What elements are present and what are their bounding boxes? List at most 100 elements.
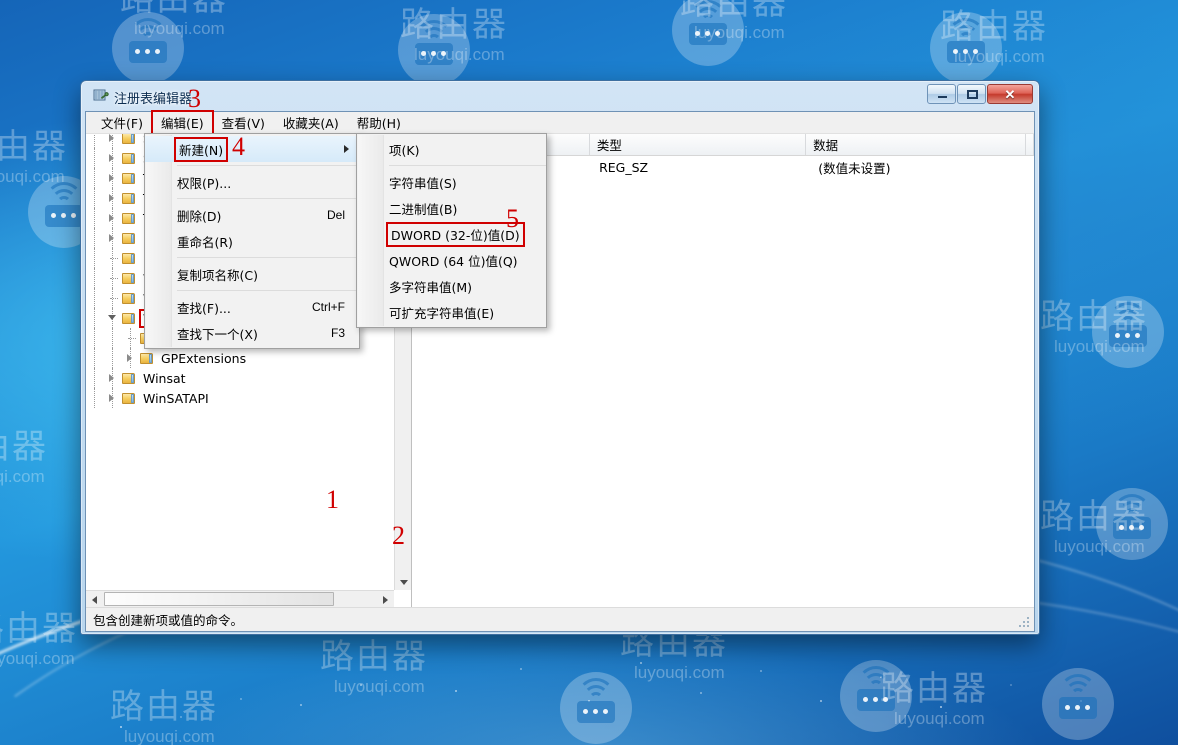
watermark-text: 路由器luyouqi.com — [940, 10, 1048, 67]
tree-vscroll-down-button[interactable] — [395, 573, 411, 590]
menu-separator — [389, 165, 546, 166]
menubar-item-4[interactable]: 帮助(H) — [348, 111, 410, 134]
tree-guide-line — [94, 134, 95, 148]
tree-horizontal-scrollbar[interactable] — [86, 590, 394, 607]
menu-item-label: 删除(D) — [177, 206, 221, 225]
menu-item-9[interactable]: 查找(F)... Ctrl+F — [145, 294, 359, 320]
menu-separator — [177, 165, 359, 166]
watermark-en: luyouqi.com — [694, 23, 788, 43]
menu-item-7[interactable]: 可扩充字符串值(E) — [357, 299, 546, 325]
menu-item-2[interactable]: 权限(P)... — [145, 169, 359, 195]
tree-expander-cell[interactable] — [106, 368, 121, 388]
menubar-item-2[interactable]: 查看(V) — [213, 111, 274, 134]
menu-item-accelerator: F3 — [331, 326, 345, 340]
menu-item-label: 可扩充字符串值(E) — [389, 303, 494, 322]
tree-guide-line — [94, 248, 95, 268]
chevron-right-icon[interactable] — [109, 214, 114, 222]
grip-dot — [1027, 621, 1029, 623]
maximize-button[interactable] — [957, 84, 986, 104]
minimize-button[interactable] — [927, 84, 956, 104]
tree-guide-dash — [128, 338, 136, 339]
watermark-router-icon — [1092, 296, 1164, 368]
window-controls: ✕ — [927, 84, 1033, 104]
tree-guide-line — [94, 288, 95, 308]
menu-item-label: 重命名(R) — [177, 232, 233, 251]
column-header-label: 类型 — [597, 135, 622, 154]
tree-expander-cell[interactable] — [106, 168, 121, 188]
chevron-right-icon[interactable] — [109, 394, 114, 402]
sparkle-dot — [360, 684, 362, 686]
menu-item-7[interactable]: 复制项名称(C) — [145, 261, 359, 287]
tree-expander-cell[interactable] — [106, 228, 121, 248]
chevron-right-icon[interactable] — [109, 134, 114, 142]
sparkle-dot — [940, 706, 942, 708]
column-header-1[interactable]: 类型 — [590, 134, 806, 155]
chevron-right-icon[interactable] — [109, 194, 114, 202]
menubar-item-3[interactable]: 收藏夹(A) — [274, 111, 348, 134]
column-header-2[interactable]: 数据 — [806, 134, 1026, 155]
tree-item[interactable]: Winsat — [86, 368, 394, 388]
menu-item-5[interactable]: QWORD (64 位)值(Q) — [357, 247, 546, 273]
sparkle-dot — [880, 676, 882, 678]
window-titlebar[interactable]: 注册表编辑器 ✕ — [85, 83, 1035, 111]
registry-key-folder-icon — [121, 134, 137, 145]
menubar-item-1[interactable]: 编辑(E) — [152, 111, 213, 134]
chevron-right-icon[interactable] — [109, 374, 114, 382]
tree-guide-line — [94, 148, 95, 168]
annotation-number-3: 3 — [188, 86, 201, 112]
tree-expander-cell[interactable] — [106, 208, 121, 228]
annotation-number-5: 5 — [506, 206, 519, 232]
tree-expander-cell[interactable] — [106, 388, 121, 408]
registry-editor-icon — [93, 88, 109, 104]
tree-item[interactable]: WinSATAPI — [86, 388, 394, 408]
menu-item-6[interactable]: 多字符串值(M) — [357, 273, 546, 299]
chevron-right-icon[interactable] — [109, 154, 114, 162]
watermark-en: luyouqi.com — [134, 19, 228, 39]
tree-expander-cell[interactable] — [106, 308, 121, 328]
sparkle-dot — [520, 668, 522, 670]
watermark-en: luyouqi.com — [1054, 537, 1148, 557]
sparkle-dot — [300, 704, 302, 706]
tree-hscroll-thumb[interactable] — [104, 592, 334, 606]
tree-guide-dash — [110, 298, 118, 299]
edit-menu-dropdown[interactable]: 新建(N) 权限(P)... 删除(D) Del 重命名(R) 复制项名称(C) 查找(F)… — [144, 133, 360, 349]
tree-expander-cell[interactable] — [106, 188, 121, 208]
menu-item-0[interactable]: 新建(N) — [145, 136, 359, 162]
resize-grip[interactable] — [1017, 615, 1031, 629]
watermark-cn: 路由器 — [400, 8, 508, 42]
chevron-right-icon[interactable] — [127, 354, 132, 362]
registry-key-folder-icon — [121, 372, 137, 385]
registry-key-folder-icon — [121, 252, 137, 265]
tree-item-label: Winsat — [141, 371, 188, 386]
watermark-router-icon — [398, 14, 470, 86]
tree-hscroll-left-button[interactable] — [86, 591, 103, 607]
close-button[interactable]: ✕ — [987, 84, 1033, 104]
window-title: 注册表编辑器 — [114, 88, 192, 107]
menu-item-0[interactable]: 项(K) — [357, 136, 546, 162]
chevron-right-icon[interactable] — [109, 234, 114, 242]
sparkle-dot — [640, 662, 642, 664]
menu-item-label: 权限(P)... — [177, 173, 231, 192]
menu-item-10[interactable]: 查找下一个(X) F3 — [145, 320, 359, 346]
menu-item-2[interactable]: 字符串值(S) — [357, 169, 546, 195]
tree-hscroll-right-button[interactable] — [377, 591, 394, 607]
annotation-number-4: 4 — [232, 134, 245, 160]
menubar-item-0[interactable]: 文件(F) — [92, 111, 152, 134]
tree-guide-line — [94, 328, 95, 348]
sparkle-dot — [700, 692, 702, 694]
registry-key-folder-icon — [121, 312, 137, 325]
tree-expander-cell[interactable] — [106, 148, 121, 168]
menu-item-label: 多字符串值(M) — [389, 277, 472, 296]
chevron-right-icon[interactable] — [109, 174, 114, 182]
chevron-down-icon[interactable] — [108, 315, 116, 324]
watermark-cn: 路由器 — [1040, 300, 1148, 334]
menu-item-4[interactable]: 删除(D) Del — [145, 202, 359, 228]
watermark-cn: 路由器 — [0, 430, 48, 464]
tree-expander-cell[interactable] — [106, 134, 121, 148]
tree-expander-cell[interactable] — [124, 348, 139, 368]
registry-key-folder-icon — [121, 292, 137, 305]
tree-item[interactable]: GPExtensions — [86, 348, 394, 368]
menu-item-5[interactable]: 重命名(R) — [145, 228, 359, 254]
tree-guide-line — [94, 388, 95, 408]
watermark-text: 路由器luyouqi.com — [400, 8, 508, 65]
